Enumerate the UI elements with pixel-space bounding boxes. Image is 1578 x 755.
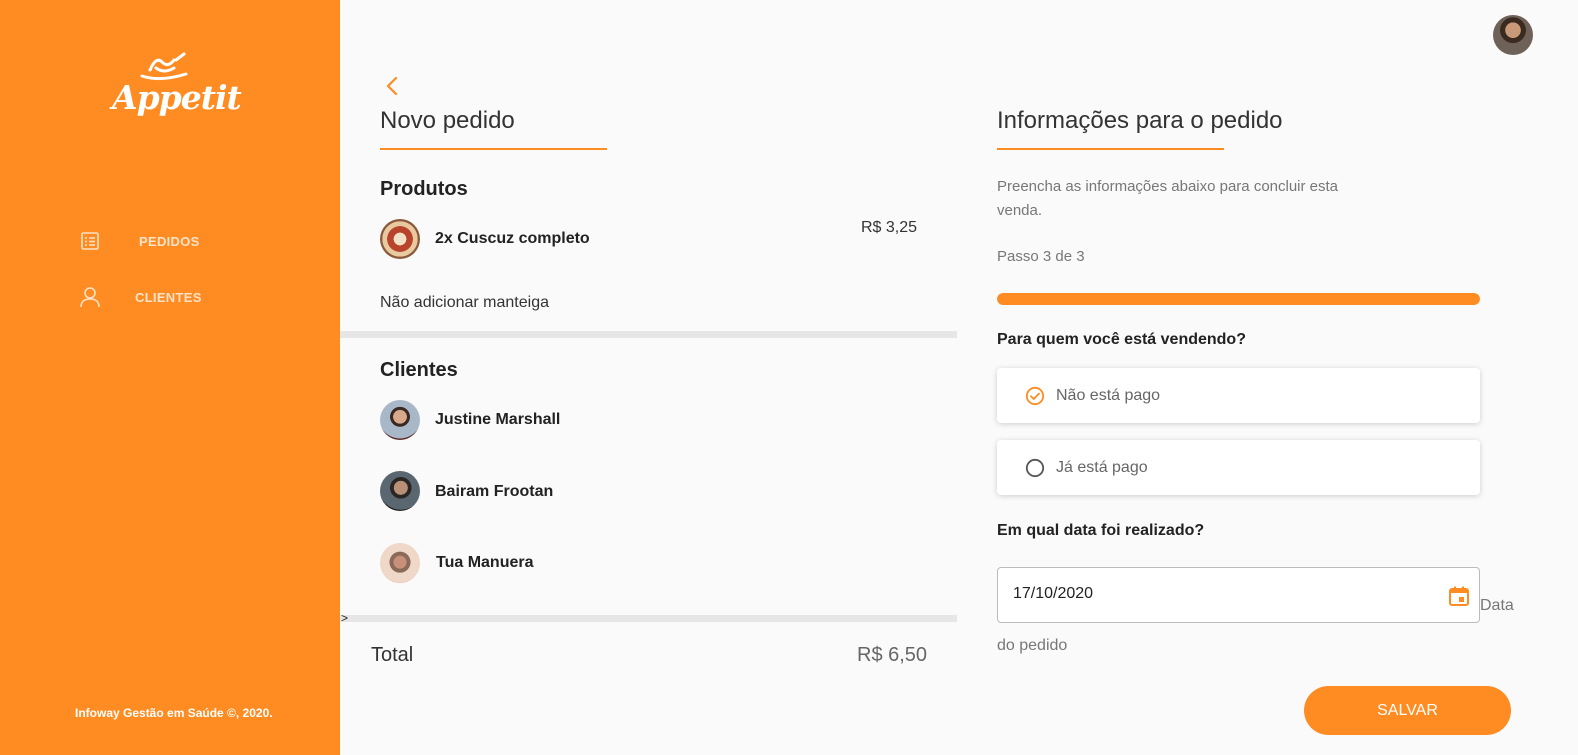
caret-text: > [341, 611, 349, 625]
progress-fill [997, 293, 1480, 305]
date-input[interactable] [1013, 585, 1413, 603]
payment-option-paid[interactable]: Já está pago [997, 440, 1480, 495]
sidebar-item-clientes[interactable]: CLIENTES [78, 285, 202, 309]
option-label: Não está pago [1056, 386, 1161, 404]
date-question: Em qual data foi realizado? [997, 522, 1205, 539]
save-button[interactable]: SALVAR [1304, 686, 1511, 735]
payment-question: Para quem você está vendendo? [997, 331, 1246, 348]
title-underline [380, 148, 607, 150]
client-name: Bairam Frootan [435, 483, 554, 500]
user-avatar[interactable] [1493, 15, 1533, 55]
total-value: R$ 6,50 [857, 644, 928, 666]
section-divider [340, 331, 957, 338]
client-avatar [380, 400, 420, 440]
progress-bar [997, 293, 1480, 305]
step-indicator: Passo 3 de 3 [997, 248, 1085, 265]
logo-text: Appetit [112, 78, 242, 117]
product-note: Não adicionar manteiga [380, 294, 549, 311]
radio-unchecked-icon [1025, 458, 1045, 477]
payment-option-not-paid[interactable]: Não está pago [997, 368, 1480, 423]
product-image [380, 219, 420, 259]
info-title: Informações para o pedido [997, 107, 1283, 134]
product-price: R$ 3,25 [861, 219, 918, 236]
total-label: Total [371, 644, 414, 666]
info-description: Preencha as informações abaixo para conc… [997, 178, 1339, 219]
section-divider [340, 615, 957, 622]
client-name: Justine Marshall [435, 411, 561, 428]
user-icon [78, 285, 102, 309]
option-label: Já está pago [1056, 458, 1148, 476]
client-avatar [380, 471, 420, 511]
clients-title: Clientes [380, 359, 458, 381]
date-field [997, 567, 1480, 623]
product-name: 2x Cuscuz completo [435, 230, 590, 247]
sidebar-item-pedidos[interactable]: PEDIDOS [78, 229, 200, 253]
calendar-icon[interactable] [1447, 584, 1471, 608]
check-circle-icon [1025, 386, 1045, 405]
sidebar-item-label: PEDIDOS [139, 233, 200, 249]
sidebar-footer: Infoway Gestão em Saúde ©, 2020. [75, 706, 273, 720]
page-title: Novo pedido [380, 107, 515, 134]
list-icon [78, 229, 102, 253]
client-avatar [380, 543, 420, 583]
sidebar-item-label: CLIENTES [135, 289, 202, 305]
title-underline [997, 148, 1224, 150]
products-title: Produtos [380, 178, 468, 200]
appetit-logo: Appetit [112, 52, 242, 138]
back-arrow-icon[interactable] [382, 76, 402, 96]
sidebar: Appetit PEDIDOS CLIENTES Infoway Gestão … [0, 0, 340, 755]
client-name: Tua Manuera [436, 554, 534, 571]
